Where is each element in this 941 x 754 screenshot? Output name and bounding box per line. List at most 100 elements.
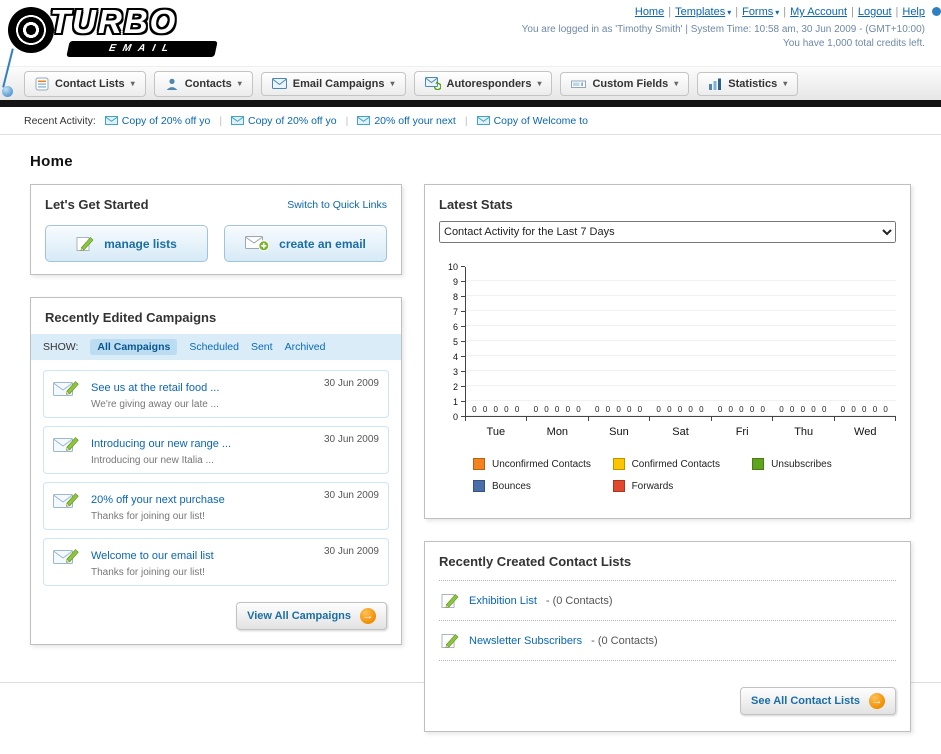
top-links-separator: | [735, 6, 739, 18]
nav-tab-statistics[interactable]: Statistics ▾ [697, 71, 799, 96]
manage-lists-button[interactable]: manage lists [45, 225, 208, 262]
campaigns-panel-title: Recently Edited Campaigns [45, 310, 217, 325]
recent-activity-label: Recent Activity: [24, 114, 96, 127]
y-axis-label: 4 [452, 352, 458, 362]
campaign-item-body: See us at the retail food ... We're givin… [91, 378, 314, 410]
stats-activity-select[interactable]: Contact Activity for the Last 7 Days [439, 221, 896, 243]
left-column: Let's Get Started Switch to Quick Links … [30, 184, 402, 667]
logo-text-email: EMAIL [66, 41, 218, 57]
contact-list-item[interactable]: Exhibition List - (0 Contacts) [439, 581, 896, 621]
dropdown-caret-icon: ▾ [237, 79, 242, 88]
top-link-logout[interactable]: Logout [858, 6, 892, 18]
nav-tab-autoresponders[interactable]: Autoresponders ▾ [413, 71, 553, 96]
campaign-filters: All Campaigns Scheduled Sent Archived [90, 339, 325, 355]
top-links-separator: | [783, 6, 787, 18]
x-axis-tick [835, 417, 896, 421]
autoresponders-icon [424, 77, 441, 90]
nav-tab-contact-lists[interactable]: Contact Lists ▾ [24, 70, 146, 97]
campaign-item[interactable]: See us at the retail food ... We're givin… [43, 370, 389, 418]
nav-tab-label: Contact Lists [55, 77, 125, 90]
view-all-campaigns-button[interactable]: View All Campaigns → [236, 602, 387, 630]
see-all-contact-lists-label: See All Contact Lists [750, 695, 860, 707]
campaign-title-link[interactable]: 20% off your next purchase [91, 494, 225, 506]
logo-swoosh-dot [2, 86, 13, 97]
top-link-templates[interactable]: Templates ▾ [675, 6, 731, 18]
x-axis-tick [466, 417, 528, 421]
legend-label: Forwards [631, 480, 674, 492]
campaign-filter-scheduled[interactable]: Scheduled [189, 341, 239, 353]
recent-activity-items: Copy of 20% off yo | Copy of 20% off yo | 20… [104, 114, 588, 127]
arrow-right-icon: → [360, 608, 376, 624]
create-an-email-button[interactable]: create an email [224, 225, 387, 262]
recent-activity-separator: | [464, 114, 468, 127]
campaign-item-body: Welcome to our email list Thanks for join… [91, 546, 314, 578]
recent-activity-item[interactable]: Copy of Welcome to [476, 115, 588, 127]
y-axis-label: 3 [452, 367, 458, 377]
logo-text-turbo: TURBO [50, 3, 178, 40]
nav-tab-custom-fields[interactable]: Custom Fields ▾ [560, 71, 690, 96]
x-axis-tick [712, 417, 774, 421]
envelope-icon [476, 116, 490, 125]
pencil-paper-icon [441, 592, 460, 609]
recent-activity-link[interactable]: Copy of Welcome to [494, 115, 588, 127]
dropdown-caret-icon: ▾ [130, 79, 135, 88]
switch-to-quick-links[interactable]: Switch to Quick Links [287, 199, 387, 211]
top-link-home[interactable]: Home [635, 6, 664, 18]
get-started-title: Let's Get Started [45, 197, 149, 212]
credits-info: You have 1,000 total credits left. [783, 38, 925, 49]
nav-tab-contacts[interactable]: Contacts ▾ [153, 70, 253, 97]
header-right: Home | Templates ▾ | Forms ▾ | My Account | Logout… [522, 6, 925, 49]
pencil-paper-icon [76, 235, 95, 252]
top-link-forms[interactable]: Forms ▾ [742, 6, 779, 18]
legend-swatch [473, 480, 485, 492]
top-link-my-account[interactable]: My Account [790, 6, 847, 18]
campaign-item[interactable]: Welcome to our email list Thanks for join… [43, 538, 389, 586]
campaign-envelope-pencil-icon [53, 378, 81, 402]
recently-created-contact-lists-panel: Recently Created Contact Lists Exhibitio… [424, 541, 911, 732]
contact-list-link[interactable]: Newsletter Subscribers [469, 635, 582, 647]
campaign-envelope-pencil-icon [53, 490, 81, 514]
latest-stats-title: Latest Stats [439, 197, 513, 212]
contact-list-item[interactable]: Newsletter Subscribers - (0 Contacts) [439, 621, 896, 661]
email-campaigns-icon [271, 78, 287, 89]
contact-list-detail: - (0 Contacts) [545, 594, 613, 607]
y-axis-label: 10 [447, 262, 458, 272]
campaign-title-link[interactable]: Welcome to our email list [91, 550, 214, 562]
campaign-item[interactable]: Introducing our new range ... Introducing… [43, 426, 389, 474]
legend-label: Confirmed Contacts [631, 458, 720, 470]
nav-tab-email-campaigns[interactable]: Email Campaigns ▾ [260, 71, 406, 96]
campaign-filter-sent[interactable]: Sent [251, 341, 273, 353]
legend-swatch [612, 480, 625, 492]
x-axis-tick [773, 417, 835, 421]
contact-lists-icon [35, 77, 49, 91]
campaign-date: 30 Jun 2009 [323, 490, 379, 501]
recent-activity-item[interactable]: Copy of 20% off yo [104, 115, 211, 127]
campaign-title-link[interactable]: Introducing our new range ... [91, 438, 231, 450]
top-links-separator: | [851, 6, 854, 18]
campaign-filter-all-campaigns[interactable]: All Campaigns [90, 339, 178, 355]
campaign-date: 30 Jun 2009 [323, 434, 379, 445]
campaign-filter-archived[interactable]: Archived [285, 341, 326, 353]
campaign-subtitle: Introducing our new Italia ... [91, 455, 214, 466]
create-an-email-label: create an email [279, 236, 366, 251]
campaign-item[interactable]: 20% off your next purchase Thanks for joi… [43, 482, 389, 530]
top-link-help[interactable]: Help [902, 6, 925, 18]
recent-activity-link[interactable]: Copy of 20% off yo [248, 115, 337, 127]
chart-plot-area: 0 0 0 0 0 0 0 0 0 0 0 0 0 0 0 0 0 0 0 0 0 0 … [465, 267, 896, 417]
campaign-item-body: Introducing our new range ... Introducing… [91, 434, 314, 466]
campaign-title-link[interactable]: See us at the retail food ... [91, 382, 219, 394]
recent-activity-item[interactable]: 20% off your next [357, 115, 456, 127]
view-all-campaigns-label: View All Campaigns [247, 610, 351, 622]
see-all-contact-lists-button[interactable]: See All Contact Lists → [739, 687, 896, 715]
legend-swatch [612, 458, 625, 470]
dropdown-caret-icon: ▾ [775, 8, 780, 17]
manage-lists-label: manage lists [104, 236, 177, 251]
y-axis-label: 2 [452, 382, 458, 392]
contact-list-link[interactable]: Exhibition List [469, 595, 537, 607]
recent-activity-link[interactable]: Copy of 20% off yo [122, 115, 211, 127]
statistics-icon [708, 78, 722, 90]
recent-activity-link[interactable]: 20% off your next [374, 115, 456, 127]
arrow-right-icon: → [869, 693, 885, 709]
recent-activity-item[interactable]: Copy of 20% off yo [231, 115, 337, 127]
campaign-envelope-pencil-icon [53, 546, 81, 570]
